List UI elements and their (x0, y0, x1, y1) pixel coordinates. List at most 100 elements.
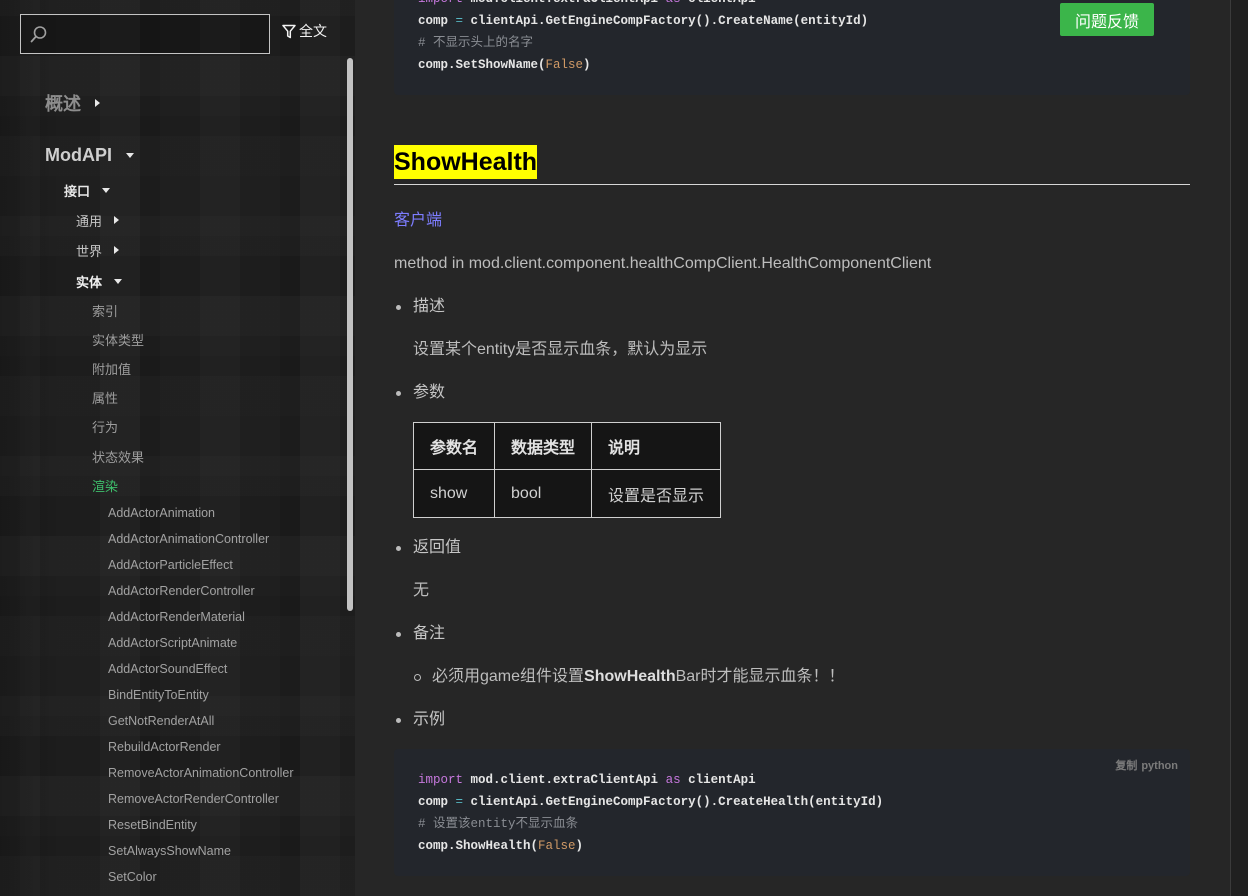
nav-item-add-actor-sound-effect[interactable]: AddActorSoundEffect (108, 660, 227, 678)
copy-code-button[interactable]: 复制 (1115, 760, 1137, 772)
nav-item-label: 实体 (76, 274, 103, 290)
nav-item-interface[interactable]: 接口 (64, 181, 111, 199)
code-token-identifier: clientApi (681, 0, 756, 6)
table-header-cell: 说明 (591, 422, 722, 470)
code-lines: import mod.client.extraClientApi as clie… (418, 0, 1166, 76)
nav-item-add-actor-animation-controller[interactable]: AddActorAnimationController (108, 530, 269, 548)
table-header-row: 参数名 数据类型 说明 (412, 422, 722, 470)
note-text: 必须用game组件设置ShowHealthBar时才能显示血条！！ (432, 666, 845, 688)
nav-item-add-actor-script-animate[interactable]: AddActorScriptAnimate (108, 634, 237, 652)
code-token-literal: False (545, 58, 584, 72)
nav-item-add-actor-render-controller[interactable]: AddActorRenderController (108, 582, 255, 600)
nav-item-render[interactable]: 渲染 (92, 476, 118, 494)
search-icon (30, 26, 47, 43)
code-line: comp = clientApi.GetEngineCompFactory().… (418, 791, 1166, 813)
nav-item-bind-entity-to-entity[interactable]: BindEntityToEntity (108, 686, 209, 704)
code-token-identifier: clientApi (680, 773, 756, 787)
title-divider (394, 184, 1190, 185)
table-header-cell: 数据类型 (494, 422, 593, 470)
code-token-operator: = (455, 795, 464, 809)
code-token-comment: # 设置该entity不显示血条 (418, 817, 579, 831)
nav-item-label: 概述 (45, 94, 81, 114)
code-toolbar: 复制 python (1115, 759, 1178, 773)
note-text-bold: ShowHealth (584, 668, 676, 685)
code-token-identifier: ) (583, 58, 591, 72)
code-token-keyword: import (418, 773, 464, 787)
nav-item-label: ModAPI (45, 144, 112, 165)
nav-item-extra-data[interactable]: 附加值 (92, 359, 131, 377)
code-token-comment: # 不显示头上的名字 (418, 36, 534, 50)
params-table: 参数名 数据类型 说明 show bool 设置是否显示 (412, 422, 722, 518)
search-box[interactable] (20, 14, 270, 54)
sub-bullet-icon (414, 673, 421, 681)
feedback-button[interactable]: 问题反馈 (1060, 3, 1154, 36)
section-label-description: 描述 (413, 298, 446, 315)
filter-label: 全文 (299, 23, 327, 39)
table-header-cell: 参数名 (412, 422, 496, 470)
nav-item-world[interactable]: 世界 (76, 241, 120, 259)
caret-right-icon (114, 216, 120, 224)
method-path: method in mod.client.component.healthCom… (394, 255, 932, 272)
section-label-example: 示例 (413, 711, 446, 728)
caret-right-icon (95, 99, 100, 107)
nav-item-index[interactable]: 索引 (92, 301, 118, 319)
code-line: comp.ShowHealth(False) (418, 835, 1166, 857)
code-line: comp.SetShowName(False) (418, 54, 1166, 76)
nav-item-add-actor-animation[interactable]: AddActorAnimation (108, 504, 215, 522)
client-side-label: 客户端 (394, 212, 443, 229)
code-line: # 不显示头上的名字 (418, 32, 1166, 54)
bullet-icon (396, 545, 401, 551)
caret-down-icon (102, 187, 111, 193)
nav-item-label: 接口 (64, 183, 91, 199)
section-label-return: 返回值 (413, 539, 462, 556)
nav-item-modapi[interactable]: ModAPI (45, 143, 134, 167)
nav-item-set-color[interactable]: SetColor (108, 868, 157, 886)
nav-item-add-actor-particle-effect[interactable]: AddActorParticleEffect (108, 556, 233, 574)
sidebar-scrollbar-thumb[interactable] (347, 58, 353, 611)
nav-item-general[interactable]: 通用 (76, 211, 120, 229)
code-line: import mod.client.extraClientApi as clie… (418, 769, 1166, 791)
code-token-identifier: clientApi.GetEngineCompFactory().CreateN… (463, 14, 869, 28)
code-token-literal: False (538, 839, 576, 853)
table-cell: 设置是否显示 (591, 469, 722, 518)
code-language-label: python (1141, 760, 1178, 772)
nav-item-status-effects[interactable]: 状态效果 (92, 447, 144, 465)
nav-item-overview[interactable]: 概述 (45, 91, 100, 115)
code-block-example: 复制 python import mod.client.extraClientAp… (394, 749, 1190, 876)
caret-right-icon (114, 246, 120, 254)
docs-page: 全文 概述 ModAPI 接口 通用 世界 实体 索引 实体类型 附加值 属性 … (0, 0, 1248, 896)
section-label-params: 参数 (413, 384, 446, 401)
filter-icon (282, 24, 296, 38)
return-text: 无 (413, 582, 430, 599)
code-token-identifier: comp.SetShowName( (418, 58, 546, 72)
bullet-icon (396, 717, 401, 723)
note-text-start: 必须用game组件设置 (432, 668, 585, 685)
note-text-end: Bar时才能显示血条！！ (675, 668, 845, 685)
nav-item-set-always-show-name[interactable]: SetAlwaysShowName (108, 842, 231, 860)
code-token-identifier: mod.client.extraClientApi (463, 773, 666, 787)
nav-item-get-not-render-at-all[interactable]: GetNotRenderAtAll (108, 712, 214, 730)
nav-item-add-actor-render-material[interactable]: AddActorRenderMaterial (108, 608, 245, 626)
nav-item-label: 通用 (76, 213, 103, 229)
code-token-identifier: clientApi.GetEngineCompFactory().CreateH… (463, 795, 884, 809)
nav-item-attributes[interactable]: 属性 (92, 388, 118, 406)
nav-item-label: 世界 (76, 243, 103, 259)
nav-item-entity[interactable]: 实体 (76, 272, 123, 290)
nav-item-reset-bind-entity[interactable]: ResetBindEntity (108, 816, 197, 834)
code-line: comp = clientApi.GetEngineCompFactory().… (418, 10, 1166, 32)
nav-item-rebuild-actor-render[interactable]: RebuildActorRender (108, 738, 221, 756)
bullet-icon (396, 304, 401, 310)
bullet-icon (396, 631, 401, 637)
nav-item-remove-actor-animation-controller[interactable]: RemoveActorAnimationController (108, 764, 294, 782)
nav-item-remove-actor-render-controller[interactable]: RemoveActorRenderController (108, 790, 279, 808)
table-cell: show (412, 469, 496, 518)
nav-item-entity-types[interactable]: 实体类型 (92, 330, 144, 348)
code-token-identifier: ) (575, 839, 584, 853)
search-input[interactable] (55, 21, 261, 47)
fulltext-filter-toggle[interactable]: 全文 (282, 22, 327, 40)
code-token-keyword: as (666, 0, 681, 6)
right-gutter (1230, 0, 1248, 896)
nav-item-behavior[interactable]: 行为 (92, 417, 118, 435)
code-line: # 设置该entity不显示血条 (418, 813, 1166, 835)
code-token-identifier: comp (418, 14, 456, 28)
